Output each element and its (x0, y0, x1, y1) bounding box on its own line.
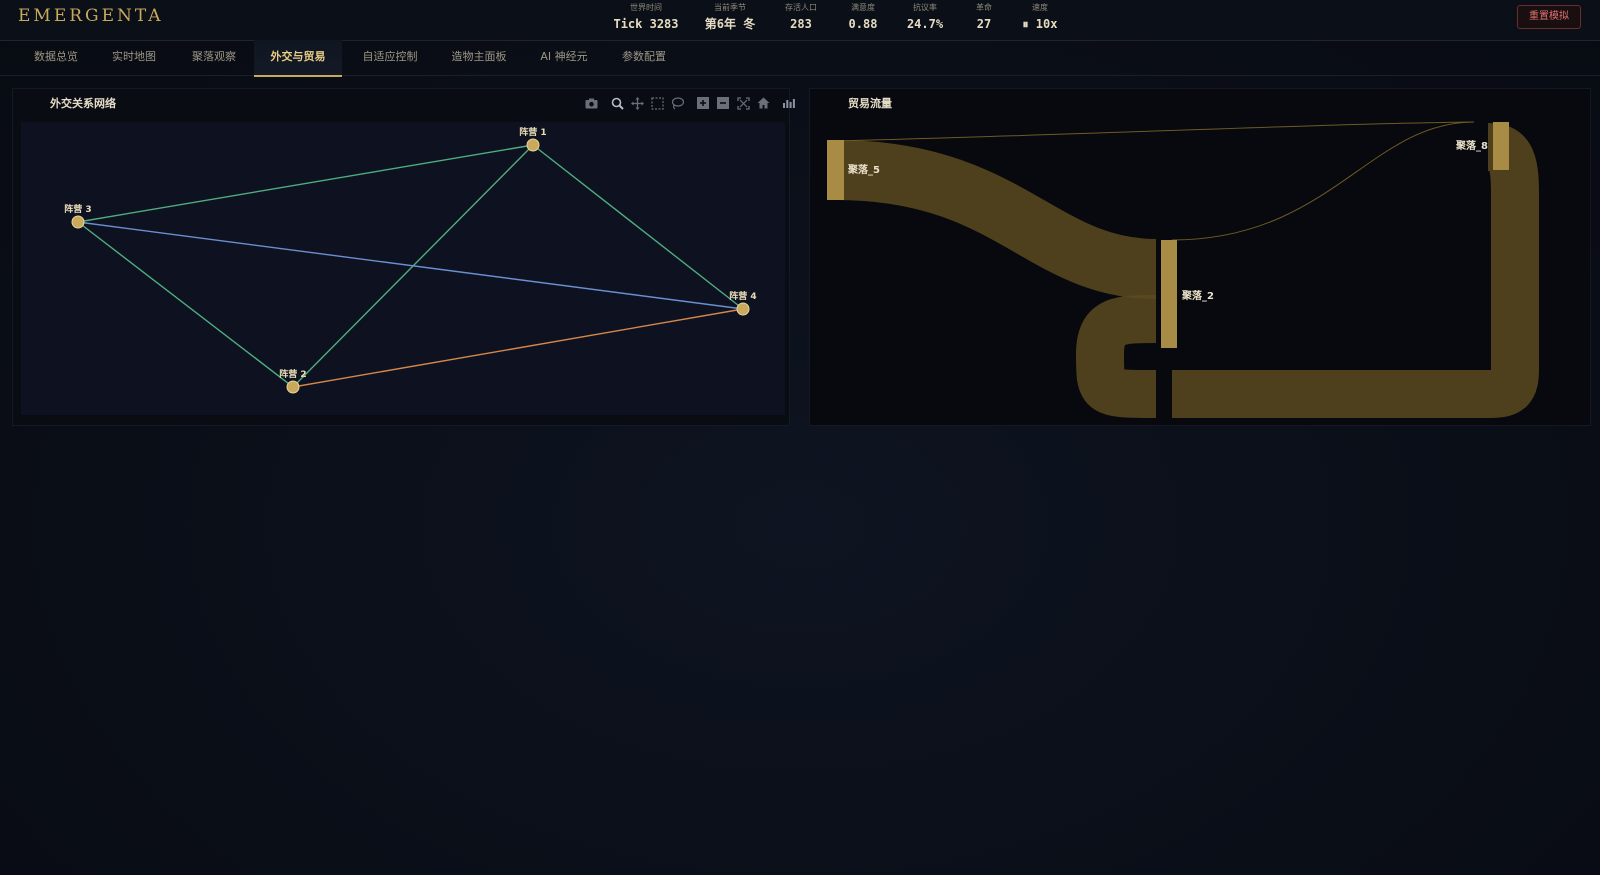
diplomacy-plot-area: 阵营 1 阵营 2 阵营 3 阵营 4 (21, 122, 785, 415)
relation-edge-ally (77, 221, 294, 388)
diplomacy-network-graph: 阵营 1 阵营 2 阵营 3 阵营 4 (64, 126, 757, 394)
zoom-icon[interactable] (607, 95, 627, 111)
faction-node-label: 阵营 3 (64, 203, 91, 215)
tab-ai-neurons[interactable]: AI 神经元 (530, 40, 598, 75)
zoom-in-icon[interactable] (693, 95, 713, 111)
tab-diplomacy-trade[interactable]: 外交与贸易 (254, 40, 342, 77)
reset-simulation-button[interactable]: 重置模拟 (1517, 5, 1581, 29)
tab-adaptive-control[interactable]: 自适应控制 (348, 40, 432, 75)
settlement-node[interactable] (1161, 240, 1177, 348)
plotly-logo-icon[interactable] (779, 95, 799, 111)
relation-edge-hostile (292, 308, 744, 388)
relation-edge-ally (532, 144, 744, 310)
faction-node[interactable] (526, 138, 540, 152)
faction-node-label: 阵营 1 (519, 126, 546, 138)
faction-node-label: 阵营 4 (729, 290, 756, 302)
trade-flow-2-to-8-thin[interactable] (1171, 121, 1475, 241)
pan-icon[interactable] (627, 95, 647, 111)
stat-protest-rate: 抗议率 24.7% (906, 3, 944, 31)
stat-world-time: 世界时间 Tick 3283 (613, 3, 679, 31)
faction-node-label: 阵营 2 (279, 368, 306, 380)
faction-node[interactable] (71, 215, 85, 229)
stat-speed[interactable]: 速度 ⏸ 10x (1010, 2, 1070, 34)
diplomacy-panel: 外交关系网络 阵营 1 阵营 2 阵营 3 阵营 4 (12, 88, 795, 426)
app-logo: EMERGENTA (18, 6, 164, 26)
camera-icon[interactable] (581, 95, 601, 111)
settlement-node-label: 聚落_8 (1455, 139, 1488, 152)
settlement-node[interactable] (1493, 122, 1509, 170)
trade-flow-5-to-8[interactable] (835, 121, 1475, 142)
plot-toolbar (581, 95, 799, 111)
diplomacy-panel-title: 外交关系网络 (50, 97, 116, 110)
tab-live-map[interactable]: 实时地图 (98, 40, 170, 75)
tab-settlement-watch[interactable]: 聚落观察 (176, 40, 252, 75)
relation-edge-ally (77, 144, 534, 223)
trade-flow-5-to-2[interactable] (835, 140, 1157, 299)
stat-revolution: 革命 27 (976, 3, 992, 31)
stat-population: 存活人口 283 (785, 3, 817, 31)
stat-satisfaction: 满意度 0.88 (848, 3, 878, 31)
tab-overview[interactable]: 数据总览 (18, 40, 94, 75)
tab-creator-panel[interactable]: 造物主面板 (438, 40, 520, 75)
lasso-icon[interactable] (667, 95, 687, 111)
home-icon[interactable] (753, 95, 773, 111)
settlement-node-label: 聚落_5 (847, 163, 880, 176)
trade-panel: 贸易流量 聚落_5 聚落_2 聚落_8 (809, 88, 1591, 426)
faction-node[interactable] (286, 380, 300, 394)
autoscale-icon[interactable] (733, 95, 753, 111)
box-select-icon[interactable] (647, 95, 667, 111)
top-bar: EMERGENTA 世界时间 Tick 3283 当前季节 第6年 冬 存活人口… (0, 0, 1600, 41)
settlement-node-label: 聚落_2 (1181, 289, 1214, 302)
stats-bar: 世界时间 Tick 3283 当前季节 第6年 冬 存活人口 283 满意度 0… (600, 2, 1070, 34)
stat-season: 当前季节 第6年 冬 (704, 3, 756, 31)
zoom-out-icon[interactable] (713, 95, 733, 111)
relation-edge-neutral (77, 221, 744, 310)
trade-sankey-chart: 聚落_5 聚落_2 聚落_8 (827, 121, 1539, 418)
settlement-node[interactable] (827, 140, 844, 200)
faction-node[interactable] (736, 302, 750, 316)
main-tabs: 数据总览 实时地图 聚落观察 外交与贸易 自适应控制 造物主面板 AI 神经元 … (0, 40, 1600, 77)
tab-config[interactable]: 参数配置 (612, 40, 676, 75)
